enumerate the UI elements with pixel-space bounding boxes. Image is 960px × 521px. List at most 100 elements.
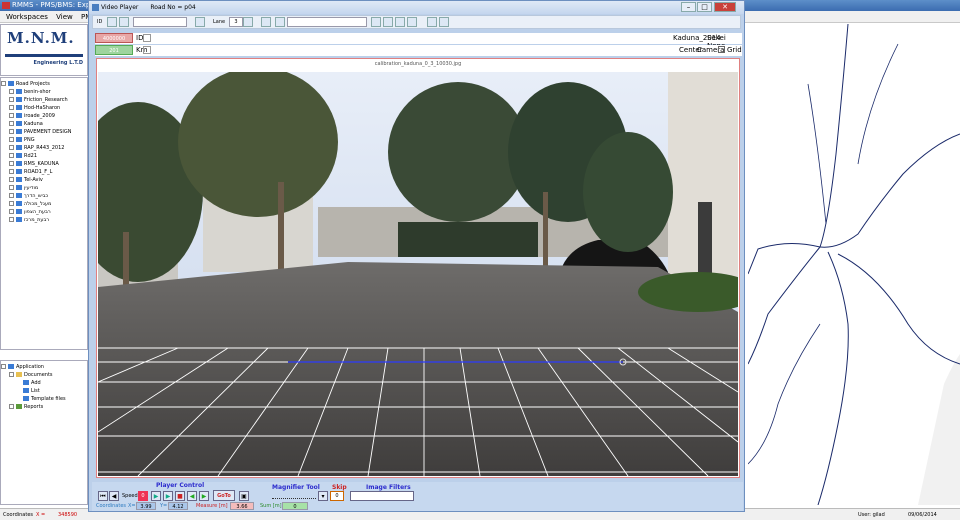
- tree-item[interactable]: Kaduna: [1, 120, 87, 128]
- documents-tree: Application Documents Add List Template …: [0, 360, 88, 505]
- select-tool-button[interactable]: [119, 17, 129, 27]
- previous-frame-button[interactable]: ◀: [109, 491, 119, 501]
- tree-item-label: Hod-HaSharon: [24, 105, 61, 111]
- tree-item[interactable]: Tel-Aviv: [1, 176, 87, 184]
- maximize-button[interactable]: □: [697, 2, 712, 12]
- tree-documents[interactable]: Documents: [1, 371, 87, 379]
- toolbar-combo-2[interactable]: [287, 17, 367, 27]
- tree-item[interactable]: RMS_KADUNA: [1, 160, 87, 168]
- expand-icon[interactable]: [9, 89, 14, 94]
- folder-icon: [16, 372, 22, 377]
- expand-icon[interactable]: [9, 209, 14, 214]
- stop-button[interactable]: ■: [175, 491, 185, 501]
- minimize-button[interactable]: –: [681, 2, 696, 12]
- tree-root[interactable]: Road Projects: [1, 80, 87, 88]
- speed-value[interactable]: 0: [138, 491, 148, 501]
- km-dropdown-icon[interactable]: [143, 46, 151, 54]
- magnifier-dropdown-button[interactable]: ▾: [318, 491, 328, 501]
- expand-icon[interactable]: [9, 121, 14, 126]
- tree-center-left: [178, 72, 338, 217]
- expand-icon[interactable]: [9, 201, 14, 206]
- skip-value[interactable]: 0: [330, 491, 344, 501]
- expand-icon[interactable]: [9, 404, 14, 409]
- expand-icon[interactable]: [9, 169, 14, 174]
- tree-item[interactable]: מודיעין: [1, 184, 87, 192]
- first-frame-button[interactable]: ⏮: [98, 491, 108, 501]
- video-icon: [92, 4, 99, 11]
- tree-reports[interactable]: Reports: [1, 403, 87, 411]
- tree-item[interactable]: PAVEMENT DESIGN: [1, 128, 87, 136]
- tree-item[interactable]: Hod-HaSharon: [1, 104, 87, 112]
- move-button[interactable]: [275, 17, 285, 27]
- plus-button[interactable]: [383, 17, 393, 27]
- expand-icon[interactable]: [9, 161, 14, 166]
- tree-item[interactable]: PNG: [1, 136, 87, 144]
- tree-item-label: מעגל_מכולה: [24, 201, 52, 207]
- save-button[interactable]: [427, 17, 437, 27]
- expand-icon[interactable]: [9, 145, 14, 150]
- tree-item[interactable]: כביש_הדרך: [1, 192, 87, 200]
- expand-icon[interactable]: [1, 364, 6, 369]
- save-frame-button[interactable]: ▣: [239, 491, 249, 501]
- expand-icon[interactable]: [9, 129, 14, 134]
- project-icon: [16, 121, 22, 126]
- expand-icon[interactable]: [1, 81, 6, 86]
- expand-icon[interactable]: [9, 177, 14, 182]
- tree-add[interactable]: Add: [1, 379, 87, 387]
- expand-icon[interactable]: [9, 372, 14, 377]
- tree-item[interactable]: רבעת_מרכז: [1, 216, 87, 224]
- tree-item[interactable]: RAP_R443_2012: [1, 144, 87, 152]
- km-value[interactable]: 201: [95, 45, 133, 55]
- expand-icon[interactable]: [9, 137, 14, 142]
- forward-arrow-button[interactable]: ▶: [199, 491, 209, 501]
- lane-value[interactable]: 3: [229, 17, 243, 27]
- road-network-map[interactable]: [747, 23, 960, 506]
- zoom-button[interactable]: [371, 17, 381, 27]
- tree-trunk: [543, 192, 548, 272]
- back-arrow-button[interactable]: ◀: [187, 491, 197, 501]
- road-map[interactable]: [747, 23, 960, 506]
- map-region: [918, 354, 960, 505]
- lane-dropdown-button[interactable]: [243, 17, 253, 27]
- expand-icon[interactable]: [9, 97, 14, 102]
- expand-icon[interactable]: [9, 113, 14, 118]
- expand-icon[interactable]: [9, 105, 14, 110]
- tree-item[interactable]: מעגל_מכולה: [1, 200, 87, 208]
- tree-item[interactable]: Rd21: [1, 152, 87, 160]
- road-photo-image[interactable]: [98, 72, 738, 476]
- play-button[interactable]: ▶: [151, 491, 161, 501]
- tree-item[interactable]: iroade_2009: [1, 112, 87, 120]
- tree-list[interactable]: List: [1, 387, 87, 395]
- expand-icon[interactable]: [9, 193, 14, 198]
- tree-application[interactable]: Application: [1, 363, 87, 371]
- road-id-dropdown-icon[interactable]: [143, 34, 151, 42]
- magnifier-slider[interactable]: [272, 493, 316, 499]
- tree-item[interactable]: benin-shor: [1, 88, 87, 96]
- ruler-tool-button[interactable]: [107, 17, 117, 27]
- tree-item[interactable]: Friction_Research: [1, 96, 87, 104]
- export-button[interactable]: [439, 17, 449, 27]
- expand-icon[interactable]: [9, 185, 14, 190]
- toolbar-combo[interactable]: [133, 17, 187, 27]
- refresh-button[interactable]: [395, 17, 405, 27]
- project-icon: [16, 193, 22, 198]
- step-button[interactable]: ▶: [163, 491, 173, 501]
- tree-item[interactable]: ROAD1_F_L: [1, 168, 87, 176]
- forward-button[interactable]: [407, 17, 417, 27]
- menu-workspaces[interactable]: Workspaces: [6, 13, 48, 21]
- expand-icon[interactable]: [9, 217, 14, 222]
- crosshair-button[interactable]: [195, 17, 205, 27]
- road-id-value[interactable]: 4000000: [95, 33, 133, 43]
- image-filter-select[interactable]: [350, 491, 414, 501]
- tree-item-label: רבעת_הצפון: [24, 209, 51, 215]
- coord-x-value: 3.99: [136, 502, 156, 510]
- close-button[interactable]: ✕: [714, 2, 736, 12]
- frame-button[interactable]: [261, 17, 271, 27]
- goto-button[interactable]: GoTo: [213, 490, 235, 501]
- expand-icon[interactable]: [9, 153, 14, 158]
- road-photo[interactable]: [98, 72, 738, 476]
- menu-view[interactable]: View: [56, 13, 73, 21]
- grid-checkbox[interactable]: [718, 46, 725, 53]
- tree-template-files[interactable]: Template files: [1, 395, 87, 403]
- tree-item[interactable]: רבעת_הצפון: [1, 208, 87, 216]
